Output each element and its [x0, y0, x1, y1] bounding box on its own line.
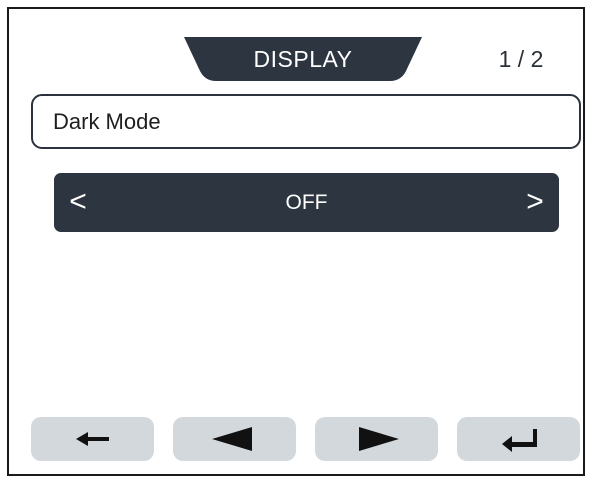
screen-title: DISPLAY [253, 46, 353, 72]
page-indicator: 1 / 2 [498, 46, 544, 72]
enter-button[interactable] [457, 417, 580, 461]
previous-value-button[interactable]: < [54, 173, 102, 232]
next-triangle-icon [359, 427, 399, 451]
previous-triangle-icon [212, 427, 252, 451]
previous-button[interactable] [173, 417, 296, 461]
setting-label: Dark Mode [53, 109, 161, 134]
back-button[interactable] [31, 417, 154, 461]
device-screen: DISPLAY 1 / 2 Dark Mode < OFF > [7, 7, 585, 476]
next-value-button[interactable]: > [511, 173, 559, 232]
back-arrow-icon [76, 432, 109, 446]
setting-name-field: Dark Mode [31, 94, 581, 149]
title-tab: DISPLAY [184, 37, 422, 81]
current-value: OFF [285, 191, 328, 214]
value-selector[interactable]: < OFF > [54, 173, 559, 232]
next-button[interactable] [315, 417, 438, 461]
enter-return-icon [502, 429, 537, 452]
